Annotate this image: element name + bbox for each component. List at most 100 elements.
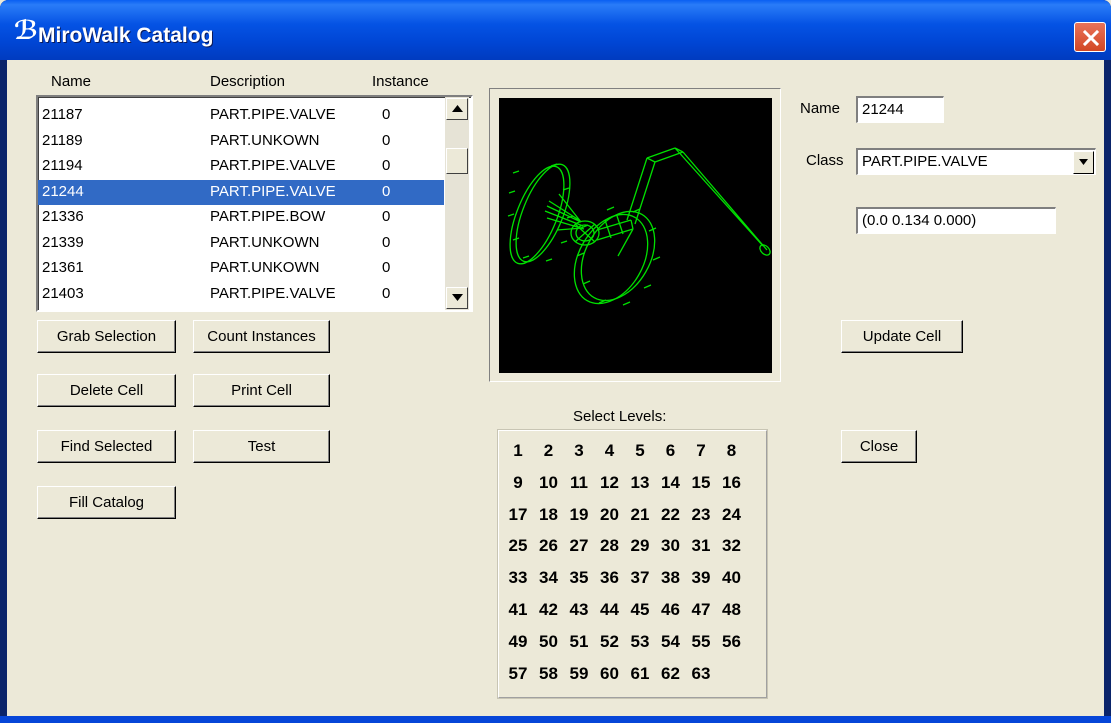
- level-14-toggle[interactable]: 14: [656, 469, 686, 497]
- level-44-toggle[interactable]: 44: [595, 596, 625, 624]
- row-instances-cell: 0: [382, 182, 391, 200]
- level-38-toggle[interactable]: 38: [656, 564, 686, 592]
- level-18-toggle[interactable]: 18: [534, 501, 564, 529]
- level-12-toggle[interactable]: 12: [595, 469, 625, 497]
- level-43-toggle[interactable]: 43: [564, 596, 594, 624]
- level-2-toggle[interactable]: 2: [534, 437, 564, 465]
- level-34-toggle[interactable]: 34: [534, 564, 564, 592]
- level-4-toggle[interactable]: 4: [595, 437, 625, 465]
- row-name-cell: 21336: [42, 208, 84, 225]
- level-27-toggle[interactable]: 27: [564, 532, 594, 560]
- level-54-toggle[interactable]: 54: [656, 628, 686, 656]
- class-dropdown-button[interactable]: [1073, 151, 1094, 174]
- level-15-toggle[interactable]: 15: [686, 469, 716, 497]
- level-45-toggle[interactable]: 45: [625, 596, 655, 624]
- test-button[interactable]: Test: [193, 430, 330, 463]
- level-41-toggle[interactable]: 41: [503, 596, 533, 624]
- level-36-toggle[interactable]: 36: [595, 564, 625, 592]
- update-cell-button[interactable]: Update Cell: [841, 320, 963, 353]
- column-header-description: Description: [210, 73, 286, 90]
- class-select[interactable]: PART.PIPE.VALVE: [856, 148, 1096, 175]
- count-instances-button[interactable]: Count Instances: [193, 320, 330, 353]
- level-19-toggle[interactable]: 19: [564, 501, 594, 529]
- fill-catalog-button[interactable]: Fill Catalog: [37, 486, 176, 519]
- cell-3d-preview[interactable]: [499, 98, 772, 373]
- level-33-toggle[interactable]: 33: [503, 564, 533, 592]
- level-51-toggle[interactable]: 51: [564, 628, 594, 656]
- level-25-toggle[interactable]: 25: [503, 532, 533, 560]
- level-32-toggle[interactable]: 32: [717, 532, 747, 560]
- scroll-up-button[interactable]: [446, 98, 468, 120]
- row-instances-cell: 0: [382, 259, 391, 276]
- close-window-button[interactable]: [1074, 22, 1106, 52]
- list-row[interactable]: 21361 PART.UNKOWN 0: [38, 256, 444, 282]
- level-48-toggle[interactable]: 48: [717, 596, 747, 624]
- level-24-toggle[interactable]: 24: [717, 501, 747, 529]
- level-58-toggle[interactable]: 58: [534, 660, 564, 688]
- level-55-toggle[interactable]: 55: [686, 628, 716, 656]
- list-row[interactable]: 21336 PART.PIPE.BOW 0: [38, 205, 444, 231]
- scroll-thumb[interactable]: [446, 148, 468, 174]
- level-1-toggle[interactable]: 1: [503, 437, 533, 465]
- row-description-cell: PART.PIPE.VALVE: [210, 284, 336, 302]
- level-30-toggle[interactable]: 30: [656, 532, 686, 560]
- delete-cell-button[interactable]: Delete Cell: [37, 374, 176, 407]
- level-63-toggle[interactable]: 63: [686, 660, 716, 688]
- list-row[interactable]: 21194 PART.PIPE.VALVE 0: [38, 154, 444, 180]
- level-29-toggle[interactable]: 29: [625, 532, 655, 560]
- list-row[interactable]: 21244 PART.PIPE.VALVE 0: [38, 179, 444, 205]
- level-11-toggle[interactable]: 11: [564, 469, 594, 497]
- level-3-toggle[interactable]: 3: [564, 437, 594, 465]
- print-cell-button[interactable]: Print Cell: [193, 374, 330, 407]
- level-53-toggle[interactable]: 53: [625, 628, 655, 656]
- find-selected-button[interactable]: Find Selected: [37, 430, 176, 463]
- level-56-toggle[interactable]: 56: [717, 628, 747, 656]
- level-20-toggle[interactable]: 20: [595, 501, 625, 529]
- grab-selection-button[interactable]: Grab Selection: [37, 320, 176, 353]
- list-row[interactable]: 21403 PART.PIPE.VALVE 0: [38, 282, 444, 308]
- level-16-toggle[interactable]: 16: [717, 469, 747, 497]
- level-31-toggle[interactable]: 31: [686, 532, 716, 560]
- level-57-toggle[interactable]: 57: [503, 660, 533, 688]
- level-17-toggle[interactable]: 17: [503, 501, 533, 529]
- level-59-toggle[interactable]: 59: [564, 660, 594, 688]
- name-field[interactable]: 21244: [856, 96, 944, 123]
- list-row[interactable]: 21189 PART.UNKOWN 0: [38, 129, 444, 155]
- row-name-cell: 21361: [42, 259, 84, 276]
- level-28-toggle[interactable]: 28: [595, 532, 625, 560]
- close-button[interactable]: Close: [841, 430, 917, 463]
- level-13-toggle[interactable]: 13: [625, 469, 655, 497]
- level-35-toggle[interactable]: 35: [564, 564, 594, 592]
- level-46-toggle[interactable]: 46: [656, 596, 686, 624]
- level-47-toggle[interactable]: 47: [686, 596, 716, 624]
- list-row[interactable]: 21339 PART.UNKOWN 0: [38, 231, 444, 257]
- list-row[interactable]: 21187 PART.PIPE.VALVE 0: [38, 103, 444, 129]
- level-10-toggle[interactable]: 10: [534, 469, 564, 497]
- level-61-toggle[interactable]: 61: [625, 660, 655, 688]
- row-description-cell: PART.UNKOWN: [210, 259, 320, 276]
- level-6-toggle[interactable]: 6: [656, 437, 686, 465]
- column-header-name: Name: [51, 73, 92, 90]
- cell-catalog-list[interactable]: 21187 PART.PIPE.VALVE 0 21189 PART.UNKOWN 0 21…: [36, 95, 473, 312]
- level-39-toggle[interactable]: 39: [686, 564, 716, 592]
- level-49-toggle[interactable]: 49: [503, 628, 533, 656]
- level-60-toggle[interactable]: 60: [595, 660, 625, 688]
- level-21-toggle[interactable]: 21: [625, 501, 655, 529]
- level-8-toggle[interactable]: 8: [717, 437, 747, 465]
- level-42-toggle[interactable]: 42: [534, 596, 564, 624]
- level-5-toggle[interactable]: 5: [625, 437, 655, 465]
- level-26-toggle[interactable]: 26: [534, 532, 564, 560]
- list-scrollbar[interactable]: [445, 97, 469, 310]
- level-22-toggle[interactable]: 22: [656, 501, 686, 529]
- title-bar[interactable]: ℬ MiroWalk Catalog: [0, 0, 1111, 60]
- level-23-toggle[interactable]: 23: [686, 501, 716, 529]
- level-7-toggle[interactable]: 7: [686, 437, 716, 465]
- level-52-toggle[interactable]: 52: [595, 628, 625, 656]
- level-62-toggle[interactable]: 62: [656, 660, 686, 688]
- level-37-toggle[interactable]: 37: [625, 564, 655, 592]
- level-40-toggle[interactable]: 40: [717, 564, 747, 592]
- level-9-toggle[interactable]: 9: [503, 469, 533, 497]
- scroll-down-button[interactable]: [446, 287, 468, 309]
- coordinates-field[interactable]: (0.0 0.134 0.000): [856, 207, 1056, 234]
- level-50-toggle[interactable]: 50: [534, 628, 564, 656]
